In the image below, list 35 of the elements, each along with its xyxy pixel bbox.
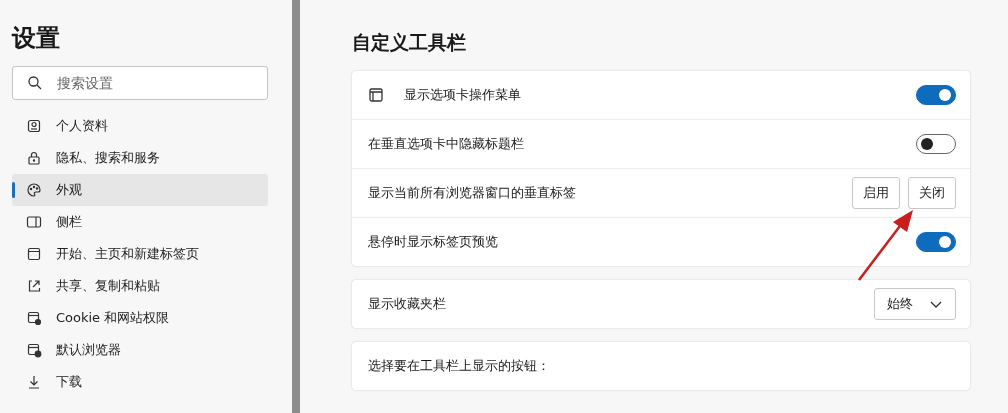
- toggle-switch[interactable]: [916, 134, 956, 154]
- sidebar-item[interactable]: 侧栏: [12, 206, 268, 238]
- setting-label: 悬停时显示标签页预览: [368, 233, 499, 251]
- dropdown[interactable]: 始终: [874, 288, 956, 320]
- cookie-settings-icon: [26, 310, 42, 326]
- setting-label: 显示当前所有浏览器窗口的垂直标签: [368, 184, 577, 202]
- option-button[interactable]: 关闭: [908, 177, 956, 209]
- section-heading: 自定义工具栏: [352, 30, 467, 55]
- sidebar-item[interactable]: 外观: [12, 174, 268, 206]
- setting-label: 显示选项卡操作菜单: [404, 86, 522, 104]
- profile-icon: [26, 118, 42, 134]
- share-icon: [26, 278, 42, 294]
- palette-icon: [26, 182, 42, 198]
- sidebar-item[interactable]: 个人资料: [12, 110, 268, 142]
- toggle-switch[interactable]: [916, 232, 956, 252]
- download-icon: [26, 374, 42, 390]
- sidebar-item[interactable]: 默认浏览器: [12, 334, 268, 366]
- setting-label: 选择要在工具栏上显示的按钮：: [368, 357, 551, 375]
- search-icon: [27, 75, 43, 91]
- sidebar-item[interactable]: 隐私、搜索和服务: [12, 142, 268, 174]
- default-browser-icon: [26, 342, 42, 358]
- lock-icon: [26, 150, 42, 166]
- tab-window-icon: [368, 87, 384, 103]
- sidebar-icon: [26, 214, 42, 230]
- setting-label: 在垂直选项卡中隐藏标题栏: [368, 135, 525, 153]
- sidebar-item[interactable]: 下载: [12, 366, 268, 398]
- settings-title: 设置: [12, 23, 61, 54]
- toggle-switch[interactable]: [916, 85, 956, 105]
- sidebar-item[interactable]: Cookie 和网站权限: [12, 302, 268, 334]
- new-tab-page-icon: [26, 246, 42, 262]
- setting-label: 显示收藏夹栏: [368, 295, 447, 313]
- search-field[interactable]: 搜索设置: [12, 66, 268, 100]
- option-button[interactable]: 启用: [852, 177, 900, 209]
- sidebar-item[interactable]: 开始、主页和新建标签页: [12, 238, 268, 270]
- sidebar-item[interactable]: 共享、复制和粘贴: [12, 270, 268, 302]
